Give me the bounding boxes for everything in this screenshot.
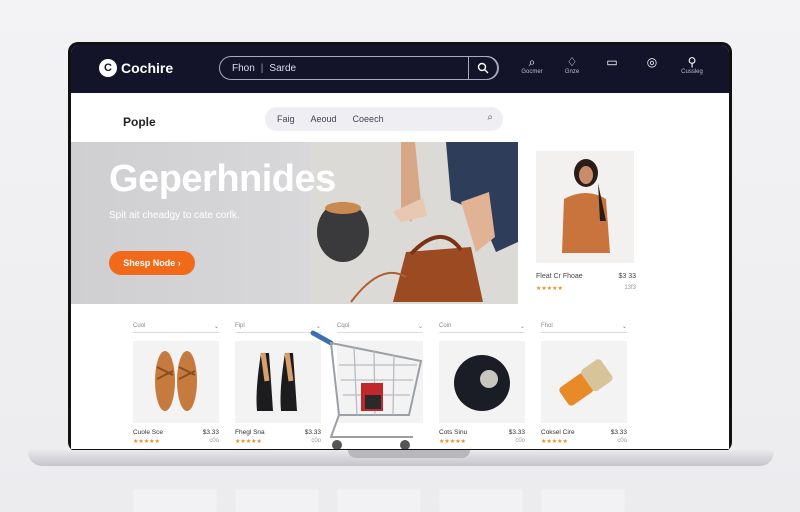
logo-text: Cochire [121,60,174,76]
top-navbar: C Cochire Fhon | Sarde ⌕ Gocmer ♢ Gnze ▭… [71,45,729,93]
cart-icon: ▭ [606,55,618,69]
laptop-notch [348,450,470,458]
nav-search[interactable]: ⌕ Gocmer [519,55,545,75]
nav-link[interactable]: Faig [277,114,295,124]
product-rating: ★★★★★ c0o [439,438,525,445]
nav-search-icon[interactable]: ⌕ [487,112,493,123]
product-meta: Cots Sinu $3.33 [439,429,525,436]
rating-stars: ★★★★★ [541,439,568,445]
brand-name[interactable]: Pople [123,115,156,129]
wishlist-icon: ♢ [566,55,578,69]
sub-header: Pople Faig Aeoud Coeech ⌕ [71,101,729,137]
search-query: Sarde [269,62,297,74]
filter-label: Fipl [235,323,245,329]
featured-product-meta: Fleat Cr Fhoae $3 33 [536,273,636,280]
nav-label: Cussleg [681,69,703,75]
hero-banner: Geperhnides Spit ait cheadgy to cate cor… [71,142,518,304]
product-name[interactable]: Cots Sinu [439,429,467,436]
nav-icons: ⌕ Gocmer ♢ Gnze ▭ ◎ ⚲ Cussleg [519,55,705,75]
product-image[interactable] [133,341,219,423]
filter-label: Cuol [133,323,146,329]
model-image [536,151,634,263]
sandals-image [133,341,219,423]
product-rating: ★★★★★ c0o [133,438,219,445]
logo-icon: C [99,59,117,77]
featured-product-rating: ★★★★★ 13f3 [536,285,636,292]
rating-count: 13f3 [624,285,636,291]
chevron-down-icon: ⌄ [621,324,627,330]
chevron-down-icon: ⌄ [213,324,219,330]
featured-product-image[interactable] [536,151,634,263]
product-name[interactable]: Coksel Cire [541,429,575,436]
nav-label: Gocmer [521,69,543,75]
nav-profile[interactable]: ⚲ Cussleg [679,55,705,75]
product-name[interactable]: Fhegl Sna [235,429,265,436]
product-price: $3.33 [508,429,525,436]
surface-reflection [68,472,732,512]
nav-wishlist[interactable]: ♢ Gnze [559,55,585,75]
product-image[interactable] [541,341,627,423]
rating-stars: ★★★★★ [235,439,262,445]
product-card[interactable]: Cuol ⌄ Cuole Sce $3.33 ★★★★★ c0o [133,323,219,445]
product-meta: Cuole Sce $3.33 [133,429,219,436]
reflection-card [336,488,422,512]
chevron-down-icon: ⌄ [519,324,525,330]
shopping-cart-icon [310,330,423,449]
search-input[interactable]: Fhon | Sarde [219,55,499,80]
rating-stars: ★★★★★ [439,439,466,445]
hero-image [311,142,518,304]
rating-count: c0o [209,438,219,444]
product-filter[interactable]: Coin ⌄ [439,323,525,333]
laptop-frame: C Cochire Fhon | Sarde ⌕ Gocmer ♢ Gnze ▭… [68,42,732,452]
product-card[interactable]: Fhol ⌄ Coksel Cire $3.33 ★★★★★ c0o [541,323,627,445]
nav-account[interactable]: ◎ [639,55,665,75]
search-icon: ⌕ [528,55,536,69]
nav-label: Gnze [564,69,580,75]
scarf-image [439,341,525,423]
search-button[interactable] [468,55,498,80]
category-nav: Faig Aeoud Coeech ⌕ [265,107,503,131]
reflection-card [438,488,524,512]
account-icon: ◎ [646,55,658,69]
profile-icon: ⚲ [687,55,697,69]
product-card[interactable]: Coin ⌄ Cots Sinu $3.33 ★★★★★ c0o [439,323,525,445]
filter-label: Fhol [541,323,553,329]
reflection-card [234,488,320,512]
product-rating: ★★★★★ c0o [541,438,627,445]
product-price: $3.33 [610,429,627,436]
product-filter[interactable]: Fhol ⌄ [541,323,627,333]
rating-count: c0o [515,438,525,444]
reflection-card [132,488,218,512]
reflection-card [540,488,626,512]
product-image[interactable] [439,341,525,423]
search-divider: | [260,62,264,74]
nav-link[interactable]: Aeoud [311,114,337,124]
hero-title: Geperhnides [109,158,336,200]
product-price: $3 33 [618,273,636,280]
cosmetic-image [541,341,627,423]
rating-count: c0o [617,438,627,444]
rating-stars: ★★★★★ [133,439,160,445]
shop-now-button[interactable]: Shesp Node › [109,251,195,275]
product-name[interactable]: Fleat Cr Fhoae [536,273,583,280]
logo[interactable]: C Cochire [99,59,173,77]
nav-cart[interactable]: ▭ [599,55,625,75]
search-category[interactable]: Fhon [232,63,255,74]
product-name[interactable]: Cuole Sce [133,429,163,436]
hero-subtitle: Spit ait cheadgy to cate corlk. [109,210,240,221]
product-meta: Coksel Cire $3.33 [541,429,627,436]
product-price: $3.33 [202,429,219,436]
nav-link[interactable]: Coeech [353,114,384,124]
browser-screen: C Cochire Fhon | Sarde ⌕ Gocmer ♢ Gnze ▭… [71,45,729,449]
magnifier-icon [477,62,489,73]
filter-label: Coin [439,323,452,329]
rating-stars: ★★★★★ [536,286,563,292]
product-filter[interactable]: Cuol ⌄ [133,323,219,333]
